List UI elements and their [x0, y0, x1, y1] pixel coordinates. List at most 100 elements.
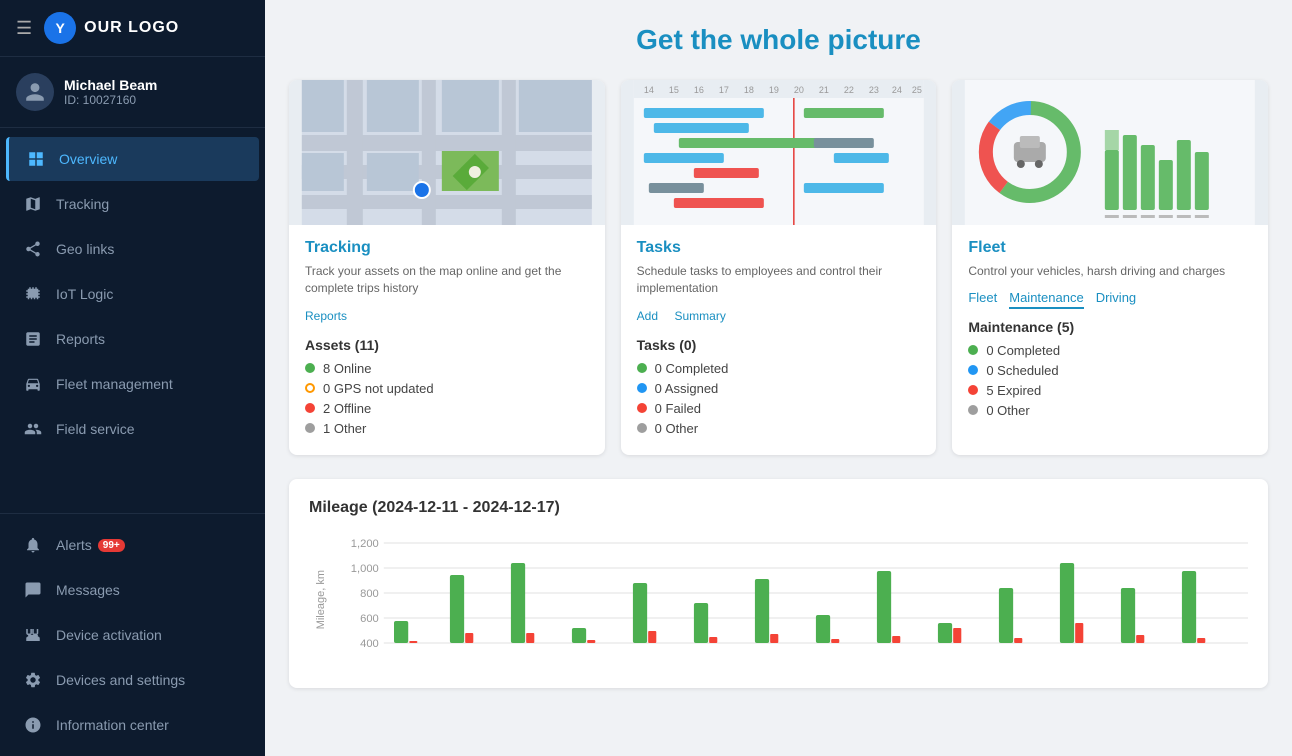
- sidebar-item-devices-settings[interactable]: Devices and settings: [6, 658, 259, 702]
- sidebar-item-label: Messages: [56, 582, 120, 598]
- tasks-stat-failed: 0 Failed: [637, 401, 921, 416]
- svg-text:1,200: 1,200: [351, 538, 379, 550]
- user-id: ID: 10027160: [64, 93, 157, 107]
- sidebar-item-field-service[interactable]: Field service: [6, 407, 259, 451]
- user-profile: Michael Beam ID: 10027160: [0, 57, 265, 128]
- sidebar-item-device-activation[interactable]: Device activation: [6, 613, 259, 657]
- fleet-card: Fleet Control your vehicles, harsh drivi…: [952, 80, 1268, 455]
- logo-icon: Y: [44, 12, 76, 44]
- blue-dot: [637, 383, 647, 393]
- green-dot: [305, 363, 315, 373]
- tracking-stat-online: 8 Online: [305, 361, 589, 376]
- fleet-title: Fleet: [968, 239, 1252, 257]
- gray-dot: [305, 423, 315, 433]
- sidebar-item-label: Alerts: [56, 537, 92, 553]
- gray-dot: [968, 405, 978, 415]
- sidebar-item-information-center[interactable]: Information center: [6, 703, 259, 747]
- svg-text:400: 400: [360, 638, 379, 650]
- plug-icon: [22, 624, 44, 646]
- y-axis-label: Mileage, km: [315, 570, 327, 629]
- sidebar-item-label: Geo links: [56, 241, 114, 257]
- svg-text:20: 20: [794, 85, 804, 95]
- fleet-stat-other: 0 Other: [968, 403, 1252, 418]
- alerts-badge: 99+: [98, 539, 125, 552]
- sidebar-item-reports[interactable]: Reports: [6, 317, 259, 361]
- hamburger-icon[interactable]: ☰: [16, 18, 32, 39]
- grid-icon: [25, 148, 47, 170]
- tasks-add-link[interactable]: Add: [637, 309, 658, 323]
- cards-row: Tracking Track your assets on the map on…: [289, 80, 1268, 455]
- fleet-tab-fleet[interactable]: Fleet: [968, 290, 997, 309]
- tracking-map-preview: [289, 80, 605, 225]
- chart-icon: [22, 328, 44, 350]
- fleet-stat-scheduled: 0 Scheduled: [968, 363, 1252, 378]
- tasks-stat-completed: 0 Completed: [637, 361, 921, 376]
- fleet-tab-maintenance[interactable]: Maintenance: [1009, 290, 1083, 309]
- sidebar-item-iot-logic[interactable]: IoT Logic: [6, 272, 259, 316]
- sidebar-item-label: Overview: [59, 151, 117, 167]
- sidebar: ☰ Y OUR LOGO Michael Beam ID: 10027160 O…: [0, 0, 265, 756]
- info-icon: [22, 714, 44, 736]
- fleet-tab-driving[interactable]: Driving: [1096, 290, 1136, 309]
- avatar: [16, 73, 54, 111]
- user-info: Michael Beam ID: 10027160: [64, 77, 157, 107]
- svg-text:14: 14: [644, 85, 654, 95]
- tracking-reports-link[interactable]: Reports: [305, 309, 347, 323]
- tasks-card-body: Tasks Schedule tasks to employees and co…: [621, 225, 937, 455]
- fleet-card-body: Fleet Control your vehicles, harsh drivi…: [952, 225, 1268, 437]
- fleet-stat-completed: 0 Completed: [968, 343, 1252, 358]
- sidebar-item-label: Devices and settings: [56, 672, 185, 688]
- tracking-card: Tracking Track your assets on the map on…: [289, 80, 605, 455]
- svg-text:17: 17: [719, 85, 729, 95]
- tasks-stat-assigned: 0 Assigned: [637, 381, 921, 396]
- tasks-title: Tasks: [637, 239, 921, 257]
- red-dot: [968, 385, 978, 395]
- svg-text:16: 16: [694, 85, 704, 95]
- sidebar-item-tracking[interactable]: Tracking: [6, 182, 259, 226]
- svg-text:800: 800: [360, 588, 379, 600]
- svg-text:600: 600: [360, 613, 379, 625]
- outline-dot: [305, 383, 315, 393]
- sidebar-item-label: Fleet management: [56, 376, 173, 392]
- chip-icon: [22, 283, 44, 305]
- tasks-card: 14 15 16 17 18 19 20 21 22 23 24 25: [621, 80, 937, 455]
- svg-text:18: 18: [744, 85, 754, 95]
- svg-text:24: 24: [892, 85, 902, 95]
- tasks-label: Tasks (0): [637, 337, 921, 353]
- fleet-desc: Control your vehicles, harsh driving and…: [968, 263, 1252, 280]
- tracking-stat-other: 1 Other: [305, 421, 589, 436]
- svg-text:15: 15: [669, 85, 679, 95]
- sidebar-item-fleet-management[interactable]: Fleet management: [6, 362, 259, 406]
- nav-section: Overview Tracking Geo links IoT Logic: [0, 128, 265, 513]
- red-dot: [637, 403, 647, 413]
- sidebar-item-label: Tracking: [56, 196, 109, 212]
- tasks-stat-other: 0 Other: [637, 421, 921, 436]
- page-title: Get the whole picture: [289, 24, 1268, 56]
- fleet-stat-expired: 5 Expired: [968, 383, 1252, 398]
- svg-text:22: 22: [844, 85, 854, 95]
- tasks-summary-link[interactable]: Summary: [674, 309, 725, 323]
- logo-text: OUR LOGO: [84, 19, 179, 37]
- fleet-visual-preview: [952, 80, 1268, 225]
- sidebar-item-label: IoT Logic: [56, 286, 113, 302]
- mileage-card: Mileage (2024-12-11 - 2024-12-17) Mileag…: [289, 479, 1268, 688]
- sidebar-bottom: Alerts 99+ Messages Device activation De…: [0, 513, 265, 756]
- sidebar-item-overview[interactable]: Overview: [6, 137, 259, 181]
- people-icon: [22, 418, 44, 440]
- tracking-links: Reports: [305, 307, 589, 325]
- truck-icon: [22, 373, 44, 395]
- sidebar-item-label: Device activation: [56, 627, 162, 643]
- map-icon: [22, 193, 44, 215]
- sidebar-item-label: Reports: [56, 331, 105, 347]
- tracking-stat-offline: 2 Offline: [305, 401, 589, 416]
- sidebar-item-label: Information center: [56, 717, 169, 733]
- green-dot: [968, 345, 978, 355]
- tracking-title: Tracking: [305, 239, 589, 257]
- sidebar-item-geo-links[interactable]: Geo links: [6, 227, 259, 271]
- gear-icon: [22, 669, 44, 691]
- sidebar-item-alerts[interactable]: Alerts 99+: [6, 523, 259, 567]
- svg-text:23: 23: [869, 85, 879, 95]
- tasks-gantt-preview: 14 15 16 17 18 19 20 21 22 23 24 25: [621, 80, 937, 225]
- message-icon: [22, 579, 44, 601]
- sidebar-item-messages[interactable]: Messages: [6, 568, 259, 612]
